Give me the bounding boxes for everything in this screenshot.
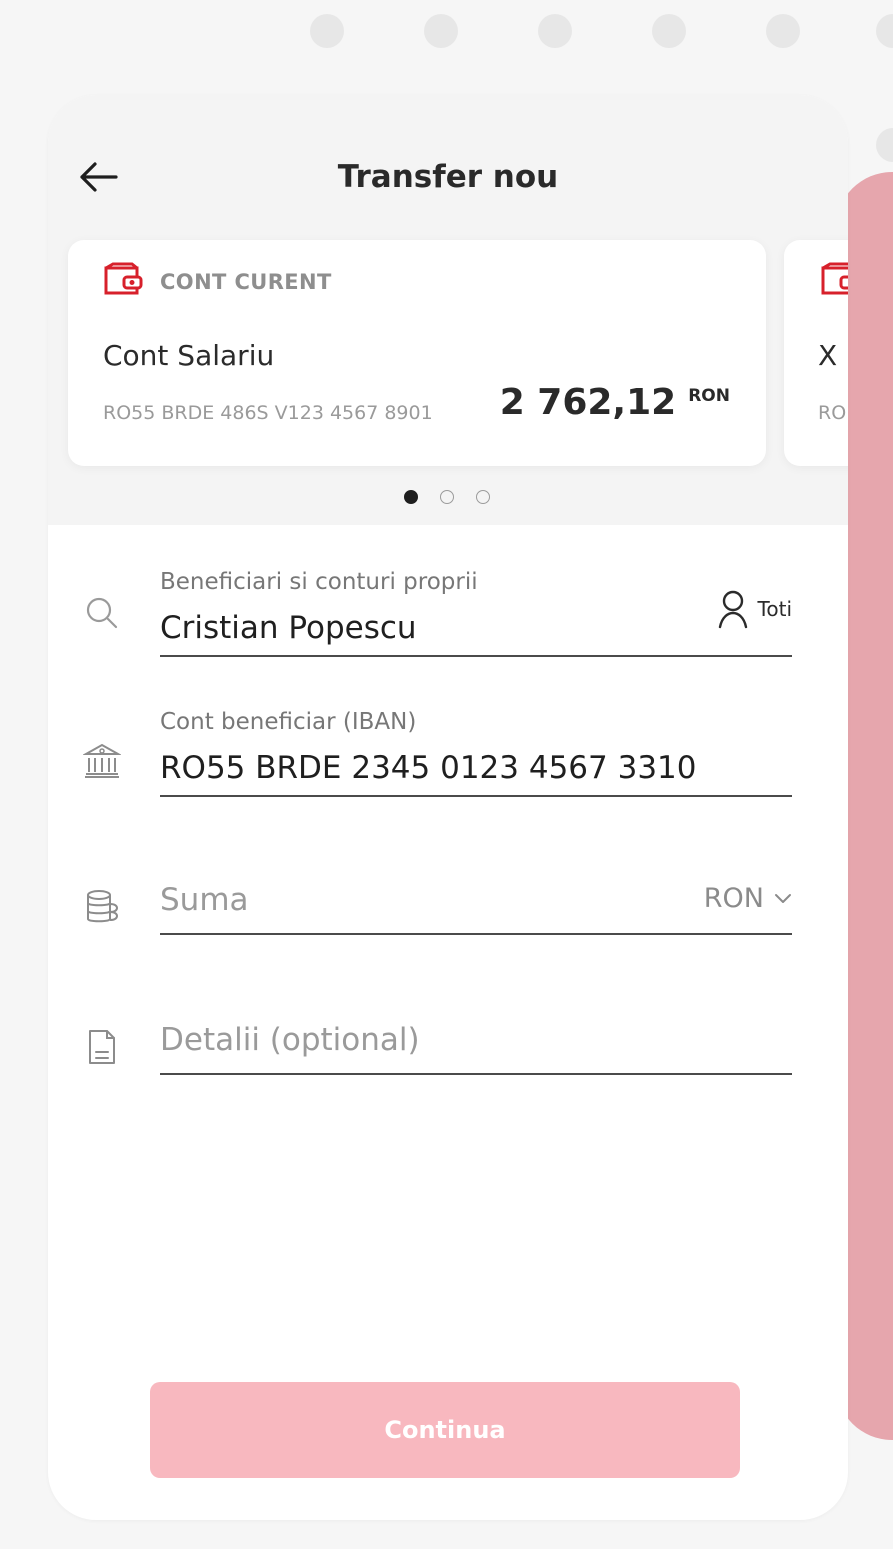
next-account-card[interactable]: X RO <box>784 240 848 466</box>
currency-select[interactable]: RON <box>704 881 792 917</box>
wallet-icon <box>104 262 143 295</box>
account-selector-area: Transfer nou CONT CURENT Cont Salariu RO… <box>48 95 848 525</box>
account-balance: 2 762,12 RON <box>500 380 730 426</box>
background-dot <box>652 14 686 48</box>
pagination-dot[interactable] <box>476 490 490 504</box>
coins-icon <box>80 885 124 929</box>
search-icon <box>80 591 124 635</box>
chevron-down-icon <box>775 894 791 903</box>
details-input[interactable] <box>160 1017 792 1063</box>
account-pagination <box>404 490 490 504</box>
document-icon <box>80 1025 124 1069</box>
amount-underline <box>160 933 792 935</box>
iban-label: Cont beneficiar (IBAN) <box>160 709 417 735</box>
background-dot <box>310 14 344 48</box>
background-dot <box>766 14 800 48</box>
iban-input[interactable] <box>160 745 792 791</box>
pagination-dot[interactable] <box>440 490 454 504</box>
pagination-dot[interactable] <box>404 490 418 504</box>
wallet-icon <box>821 262 848 295</box>
all-beneficiaries-label: Toti <box>757 597 792 621</box>
transfer-screen: Transfer nou CONT CURENT Cont Salariu RO… <box>48 95 848 1520</box>
next-account-iban: RO <box>818 402 847 424</box>
account-iban: RO55 BRDE 486S V123 4567 8901 <box>103 402 433 424</box>
beneficiary-underline <box>160 655 792 657</box>
amount-input[interactable] <box>160 877 680 923</box>
account-name: Cont Salariu <box>103 339 275 372</box>
page-title: Transfer nou <box>337 159 559 195</box>
app-screen: Transfer nou CONT CURENT Cont Salariu RO… <box>0 0 893 1549</box>
balance-currency: RON <box>688 386 730 406</box>
person-icon <box>718 590 747 629</box>
bank-icon <box>80 739 124 783</box>
currency-selected-value: RON <box>703 883 764 914</box>
beneficiary-input[interactable] <box>160 605 680 651</box>
continue-button[interactable]: Continua <box>150 1382 740 1478</box>
iban-underline <box>160 795 792 797</box>
background-dot <box>538 14 572 48</box>
account-type: CONT CURENT <box>160 270 332 294</box>
beneficiary-label: Beneficiari si conturi proprii <box>160 569 478 595</box>
account-card[interactable]: CONT CURENT Cont Salariu RO55 BRDE 486S … <box>68 240 766 466</box>
details-underline <box>160 1073 792 1075</box>
background-dot <box>424 14 458 48</box>
next-account-name: X <box>818 339 838 372</box>
all-beneficiaries-button[interactable]: Toti <box>716 589 792 629</box>
balance-amount: 2 762,12 <box>499 382 677 423</box>
background-dot <box>876 128 893 162</box>
background-dot <box>876 14 893 48</box>
